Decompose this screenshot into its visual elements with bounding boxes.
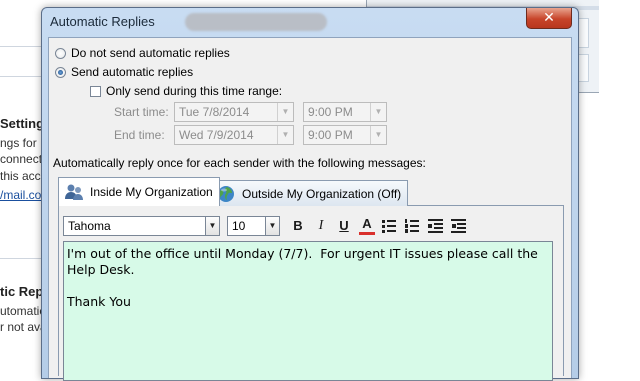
time-range-label: Only send during this time range: — [106, 84, 283, 98]
chevron-down-icon[interactable]: ▼ — [265, 217, 279, 235]
do-not-send-option[interactable]: Do not send automatic replies — [55, 46, 230, 60]
bg-link[interactable]: /mail.co — [0, 188, 41, 202]
tab-outside-organization[interactable]: Outside My Organization (Off) — [210, 180, 409, 206]
bg-divider — [0, 76, 41, 77]
bg-text-line: ngs for — [0, 136, 37, 150]
start-time-picker[interactable]: 9:00 PM ▼ — [303, 102, 387, 122]
italic-button[interactable]: I — [312, 217, 330, 235]
bg-settings-heading: Setting — [0, 116, 45, 131]
bg-text-line: this acc — [0, 169, 41, 183]
decrease-indent-icon[interactable] — [428, 218, 444, 234]
font-color-button[interactable]: A — [358, 215, 376, 233]
redacted-account-name — [185, 13, 327, 31]
bold-button[interactable]: B — [289, 217, 307, 235]
do-not-send-label: Do not send automatic replies — [71, 46, 230, 60]
tab-inside-organization[interactable]: Inside My Organization — [58, 177, 220, 206]
chevron-down-icon[interactable]: ▼ — [370, 103, 386, 121]
tab-outside-label: Outside My Organization (Off) — [242, 186, 402, 201]
start-date-value: Tue 7/8/2014 — [179, 105, 250, 119]
end-date-picker[interactable]: Wed 7/9/2014 ▼ — [174, 125, 294, 145]
numbering-icon[interactable] — [404, 218, 420, 234]
people-icon — [63, 182, 85, 202]
bg-text-line: r not ava — [0, 320, 47, 334]
bg-divider — [0, 258, 41, 259]
bg-divider — [0, 46, 41, 47]
send-label: Send automatic replies — [71, 65, 194, 79]
dialog-title: Automatic Replies — [50, 14, 155, 29]
checkbox-icon[interactable] — [90, 85, 101, 97]
font-family-select[interactable]: Tahoma ▼ — [63, 216, 220, 236]
end-date-value: Wed 7/9/2014 — [179, 128, 254, 142]
end-time-label: End time: — [114, 128, 165, 142]
font-size-select[interactable]: 10 ▼ — [227, 216, 280, 236]
increase-indent-icon[interactable] — [451, 218, 467, 234]
chevron-down-icon[interactable]: ▼ — [370, 126, 386, 144]
chevron-down-icon[interactable]: ▼ — [277, 126, 293, 144]
start-time-value: 9:00 PM — [308, 105, 353, 119]
time-range-option[interactable]: Only send during this time range: — [90, 84, 282, 98]
start-time-label: Start time: — [114, 105, 169, 119]
bg-text-line: connect — [0, 152, 43, 166]
font-size-value: 10 — [232, 219, 246, 233]
start-date-picker[interactable]: Tue 7/8/2014 ▼ — [174, 102, 294, 122]
radio-selected-icon[interactable] — [55, 66, 66, 78]
end-time-picker[interactable]: 9:00 PM ▼ — [303, 125, 387, 145]
chevron-down-icon[interactable]: ▼ — [205, 217, 219, 235]
close-button[interactable]: ✕ — [526, 8, 572, 29]
reply-message-editor[interactable]: I'm out of the office until Monday (7/7)… — [63, 241, 553, 381]
font-color-swatch — [359, 232, 375, 235]
bullets-icon[interactable] — [381, 218, 397, 234]
send-option[interactable]: Send automatic replies — [55, 65, 193, 79]
reply-instruction: Automatically reply once for each sender… — [53, 156, 426, 170]
end-time-value: 9:00 PM — [308, 128, 353, 142]
tab-inside-label: Inside My Organization — [90, 185, 213, 199]
underline-button[interactable]: U — [335, 217, 353, 235]
radio-icon[interactable] — [55, 47, 66, 59]
font-family-value: Tahoma — [68, 219, 111, 233]
chevron-down-icon[interactable]: ▼ — [277, 103, 293, 121]
